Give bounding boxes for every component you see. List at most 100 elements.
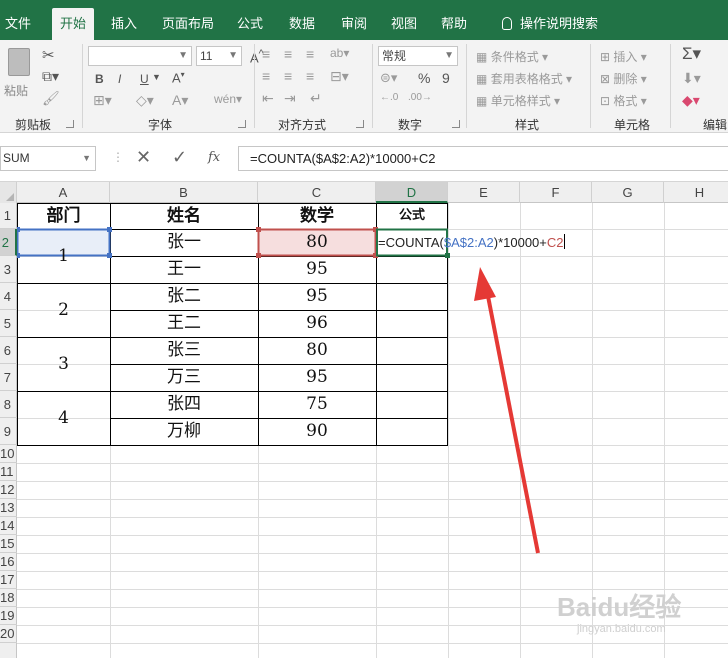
row-header[interactable]: 17 [0, 571, 17, 589]
tab-file[interactable]: 文件 [0, 8, 36, 40]
department-cell[interactable]: 4 [17, 391, 110, 445]
score-cell[interactable]: 96 [258, 310, 376, 337]
autosum-icon[interactable]: Σ▾ [682, 44, 701, 64]
row-header[interactable]: 5 [0, 310, 17, 337]
cell-styles-button[interactable]: ▦ 单元格样式 ▾ [476, 92, 560, 109]
name-box[interactable]: SUM ▼ [0, 146, 96, 171]
row-header[interactable]: 10 [0, 445, 17, 463]
row-header[interactable]: 13 [0, 499, 17, 517]
row-header[interactable]: 19 [0, 607, 17, 625]
fill-color-icon[interactable]: ◇▾ [136, 92, 154, 109]
font-launcher-icon[interactable] [238, 120, 246, 128]
column-header-g[interactable]: G [592, 182, 664, 203]
phonetic-icon[interactable]: wén▾ [214, 92, 242, 106]
font-size-combo[interactable]: 11 ▼ [196, 46, 242, 66]
paste-button[interactable]: 粘贴 [2, 46, 36, 106]
header-cell-math[interactable]: 数学 [258, 203, 376, 229]
align-center-icon[interactable]: ≡ [284, 68, 292, 84]
department-cell[interactable]: 2 [17, 283, 110, 337]
row-header[interactable]: 11 [0, 463, 17, 481]
name-cell[interactable]: 张二 [110, 283, 258, 310]
tab-review[interactable]: 审阅 [334, 8, 374, 40]
tab-formulas[interactable]: 公式 [230, 8, 270, 40]
name-cell[interactable]: 万三 [110, 364, 258, 391]
header-cell-formula[interactable]: 公式 [376, 203, 448, 229]
tab-help[interactable]: 帮助 [434, 8, 474, 40]
name-cell[interactable]: 万柳 [110, 418, 258, 445]
tab-home[interactable]: 开始 [52, 8, 94, 40]
formula-input[interactable]: =COUNTA($A$2:A2)*10000+C2 [238, 146, 728, 171]
row-header[interactable]: 12 [0, 481, 17, 499]
score-cell[interactable]: 75 [258, 391, 376, 418]
insert-cells-button[interactable]: ⊞ 插入 ▾ [600, 48, 647, 65]
clear-eraser-icon[interactable]: ◆▾ [682, 92, 700, 109]
tab-page-layout[interactable]: 页面布局 [156, 8, 220, 40]
column-header-a[interactable]: A [17, 182, 110, 203]
number-format-combo[interactable]: 常规 ▼ [378, 46, 458, 66]
row-header[interactable]: 16 [0, 553, 17, 571]
header-cell-name[interactable]: 姓名 [110, 203, 258, 229]
name-cell[interactable]: 王一 [110, 256, 258, 283]
column-header-c[interactable]: C [258, 182, 376, 203]
number-launcher-icon[interactable] [452, 120, 460, 128]
copy-icon[interactable]: ⧉▾ [42, 68, 59, 85]
row-header[interactable]: 15 [0, 535, 17, 553]
currency-icon[interactable]: ⊜▾ [380, 70, 397, 86]
fill-icon[interactable]: ⬇▾ [682, 70, 701, 87]
font-name-combo[interactable]: ▼ [88, 46, 192, 66]
header-cell-department[interactable]: 部门 [17, 203, 110, 229]
row-header[interactable]: 9 [0, 418, 17, 445]
column-header-b[interactable]: B [110, 182, 258, 203]
row-header[interactable]: 1 [0, 203, 17, 229]
font-color-icon[interactable]: A▾ [172, 92, 188, 109]
enter-check-icon[interactable]: ✓ [172, 147, 187, 168]
alignment-launcher-icon[interactable] [356, 120, 364, 128]
italic-button[interactable]: I [118, 72, 121, 86]
name-cell[interactable]: 王二 [110, 310, 258, 337]
orientation-icon[interactable]: ab▾ [330, 46, 349, 60]
row-header[interactable]: 8 [0, 391, 17, 418]
font-color-a-icon[interactable]: A▾ [172, 70, 185, 85]
column-header-d[interactable]: D [376, 182, 448, 203]
score-cell[interactable]: 80 [258, 337, 376, 364]
row-header[interactable]: 20 [0, 625, 17, 643]
select-all-corner[interactable] [0, 182, 17, 203]
chevron-down-icon[interactable]: ▼ [152, 72, 161, 82]
format-as-table-button[interactable]: ▦ 套用表格格式 ▾ [476, 70, 572, 87]
name-cell[interactable]: 张一 [110, 229, 258, 256]
column-header-h[interactable]: H [664, 182, 728, 203]
score-cell[interactable]: 95 [258, 256, 376, 283]
name-cell[interactable]: 张四 [110, 391, 258, 418]
column-header-f[interactable]: F [520, 182, 592, 203]
tab-data[interactable]: 数据 [282, 8, 322, 40]
cancel-x-icon[interactable]: ✕ [136, 147, 151, 168]
align-left-icon[interactable]: ≡ [262, 68, 270, 84]
conditional-formatting-button[interactable]: ▦ 条件格式 ▾ [476, 48, 548, 65]
align-bottom-icon[interactable]: ≡ [306, 46, 314, 62]
format-cells-button[interactable]: ⊡ 格式 ▾ [600, 92, 647, 109]
row-header[interactable]: 18 [0, 589, 17, 607]
score-cell[interactable]: 95 [258, 283, 376, 310]
tab-insert[interactable]: 插入 [104, 8, 144, 40]
align-right-icon[interactable]: ≡ [306, 68, 314, 84]
score-cell[interactable]: 80 [258, 229, 376, 256]
tab-view[interactable]: 视图 [384, 8, 424, 40]
row-header[interactable]: 14 [0, 517, 17, 535]
comma-button[interactable]: 9 [442, 70, 450, 86]
tell-me-search[interactable]: 操作说明搜索 [490, 8, 610, 40]
align-top-icon[interactable]: ≡ [262, 46, 270, 62]
underline-button[interactable]: U [140, 72, 149, 86]
align-middle-icon[interactable]: ≡ [284, 46, 292, 62]
active-cell-editor[interactable]: =COUNTA($A$2:A2)*10000+C2 [378, 230, 565, 255]
decrease-indent-icon[interactable]: ⇤ [262, 90, 274, 107]
borders-icon[interactable]: ⊞▾ [93, 92, 112, 109]
row-header[interactable]: 2 [0, 229, 17, 256]
format-painter-icon[interactable]: 🖌 [42, 90, 60, 107]
worksheet-grid[interactable]: 部门 姓名 数学 公式 1 2 3 4 张一 王一 张二 王二 张三 万三 张四… [17, 203, 728, 658]
name-cell[interactable]: 张三 [110, 337, 258, 364]
cut-icon[interactable]: ✂ [42, 46, 55, 64]
increase-decimal-icon[interactable]: ←.0 [380, 92, 398, 103]
column-header-e[interactable]: E [448, 182, 520, 203]
row-header[interactable]: 6 [0, 337, 17, 364]
merge-center-icon[interactable]: ⊟▾ [330, 68, 349, 85]
